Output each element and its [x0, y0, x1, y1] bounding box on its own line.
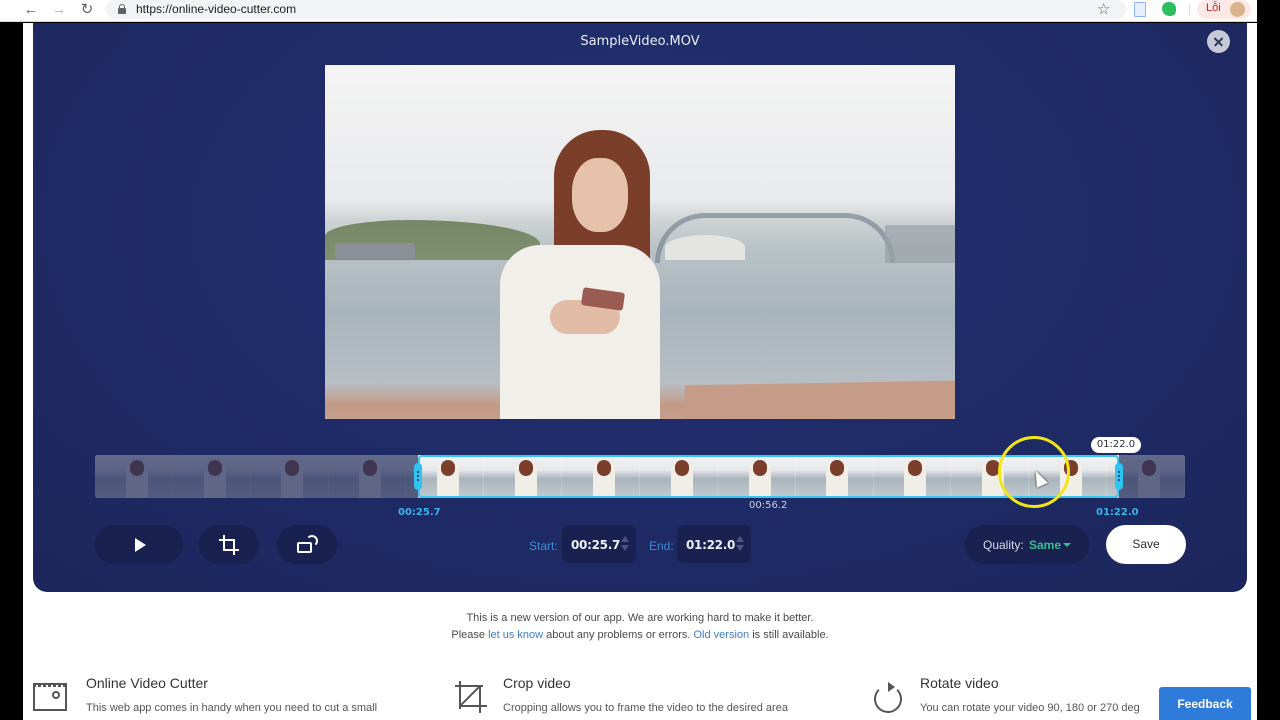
page: SampleVideo.MOV 01:22.0 00:25.7 00:56.2 …: [23, 23, 1257, 720]
film-scissors-icon: [33, 679, 69, 715]
timeline-end-label: 01:22.0: [1096, 507, 1139, 518]
notice-line-2: Please let us know about any problems or…: [451, 629, 829, 641]
quality-value: Same: [1029, 538, 1062, 552]
play-button[interactable]: [95, 525, 183, 564]
rotate-icon: [297, 535, 319, 555]
rotate-button[interactable]: [277, 525, 337, 564]
crop-button[interactable]: [199, 525, 259, 564]
end-time-stepper[interactable]: [736, 536, 744, 554]
crop-icon: [453, 679, 489, 715]
evernote-extension-icon[interactable]: [1162, 2, 1176, 16]
feature-title: Online Video Cutter: [86, 675, 208, 691]
feature-description: This web app comes in handy when you nee…: [86, 702, 378, 714]
profile-error-label: Lỗi: [1206, 2, 1221, 14]
quality-dropdown[interactable]: Quality: Same: [965, 525, 1089, 564]
start-time-value: 00:25.7: [571, 538, 621, 552]
screen: ← → ↻ https://online-video-cutter.com ☆ …: [0, 0, 1280, 720]
timeline-unselected-left: [95, 455, 418, 498]
feature-title: Rotate video: [920, 675, 999, 691]
lock-icon: [118, 4, 126, 14]
start-time-input[interactable]: 00:25.7: [562, 525, 636, 563]
feature-description: You can rotate your video 90, 180 or 270…: [920, 702, 1140, 714]
quality-label: Quality:: [983, 538, 1024, 552]
video-subject: [490, 130, 670, 419]
notice-line-1: This is a new version of our app. We are…: [466, 612, 814, 624]
feedback-button[interactable]: Feedback: [1159, 687, 1251, 720]
toolbar-divider: [1189, 4, 1190, 16]
end-time-tooltip: 01:22.0: [1091, 437, 1141, 453]
end-time-input[interactable]: 01:22.0: [677, 525, 751, 563]
url-text[interactable]: https://online-video-cutter.com: [136, 2, 296, 16]
video-preview[interactable]: [325, 65, 955, 419]
back-button[interactable]: ←: [22, 1, 40, 19]
profile-button[interactable]: Lỗi: [1197, 0, 1251, 19]
let-us-know-link[interactable]: let us know: [488, 629, 543, 641]
bookmark-star-icon[interactable]: ☆: [1097, 0, 1110, 18]
forward-button[interactable]: →: [50, 1, 68, 19]
feature-title: Crop video: [503, 675, 571, 691]
end-label: End:: [649, 539, 674, 553]
start-label: Start:: [529, 539, 558, 553]
crop-icon: [219, 535, 239, 555]
end-time-value: 01:22.0: [686, 538, 736, 552]
docs-extension-icon[interactable]: [1134, 2, 1146, 17]
feature-description: Cropping allows you to frame the video t…: [503, 702, 788, 714]
avatar: [1230, 2, 1245, 17]
file-name: SampleVideo.MOV: [580, 34, 700, 49]
start-time-stepper[interactable]: [621, 536, 629, 554]
old-version-link[interactable]: Old version: [694, 629, 750, 641]
caret-down-icon: [1063, 543, 1071, 547]
timeline-start-label: 00:25.7: [398, 507, 441, 518]
timeline-unselected-right: [1119, 455, 1185, 498]
trim-end-handle[interactable]: [1115, 463, 1123, 490]
save-button[interactable]: Save: [1106, 525, 1186, 564]
trim-start-handle[interactable]: [414, 463, 422, 490]
video-editor-panel: SampleVideo.MOV 01:22.0 00:25.7 00:56.2 …: [33, 23, 1247, 592]
rotate-icon: [871, 679, 907, 715]
browser-toolbar: ← → ↻ https://online-video-cutter.com ☆ …: [0, 0, 1257, 22]
reload-button[interactable]: ↻: [78, 1, 96, 19]
close-button[interactable]: [1207, 30, 1230, 53]
timeline-mid-label: 00:56.2: [749, 500, 788, 511]
